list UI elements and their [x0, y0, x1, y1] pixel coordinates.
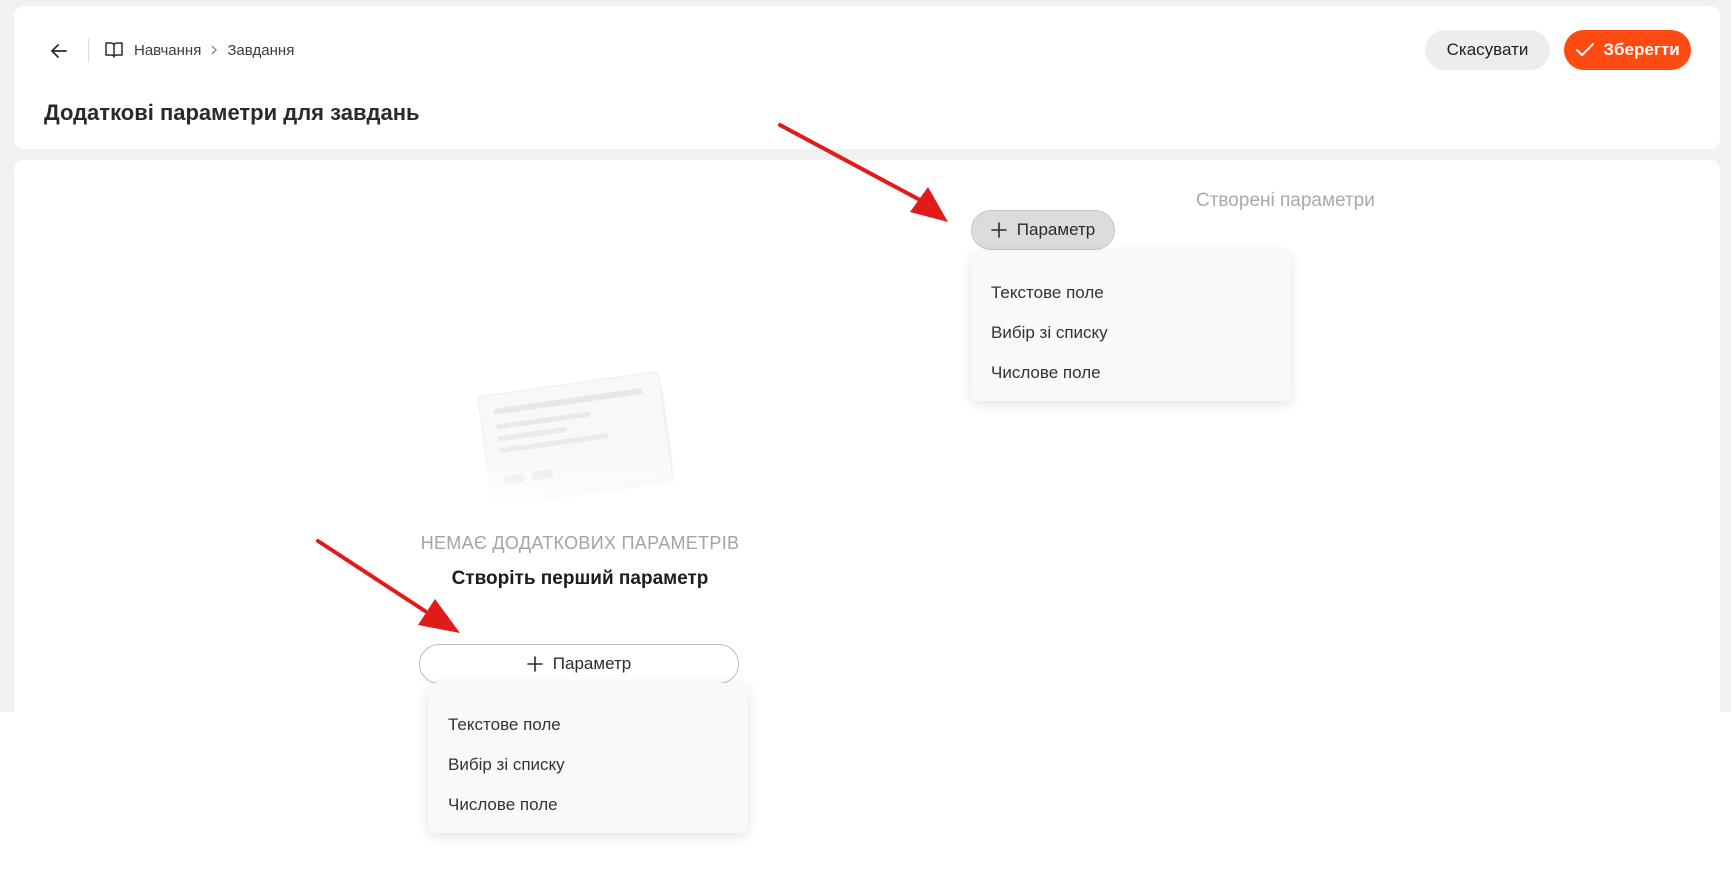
add-parameter-label: Параметр — [552, 654, 632, 673]
breadcrumb: Навчання Завдання — [104, 38, 294, 62]
add-parameter-button-top[interactable]: Параметр — [971, 210, 1115, 250]
chevron-right-icon — [209, 44, 219, 56]
main-card — [14, 160, 1720, 720]
save-button-label: Зберегти — [1603, 40, 1680, 59]
add-parameter-label: Параметр — [1016, 220, 1096, 239]
annotation-arrow-top — [778, 123, 948, 222]
arrow-left-icon — [51, 44, 67, 58]
cancel-button[interactable]: Скасувати — [1425, 30, 1550, 70]
save-button[interactable]: Зберегти — [1564, 30, 1691, 70]
menu-item-number-field[interactable]: Числове поле — [428, 785, 748, 825]
menu-item-select-list[interactable]: Вибір зі списку — [971, 313, 1291, 353]
annotation-arrow-bottom — [316, 539, 460, 633]
created-params-heading: Створені параметри — [1196, 190, 1375, 211]
breadcrumb-item-training[interactable]: Навчання — [134, 42, 201, 59]
back-button[interactable] — [44, 36, 74, 66]
menu-item-number-field[interactable]: Числове поле — [971, 353, 1291, 393]
parameter-type-menu-top: Текстове поле Вибір зі списку Числове по… — [971, 251, 1291, 401]
menu-item-select-list[interactable]: Вибір зі списку — [428, 745, 748, 785]
page-bottom-area — [0, 712, 1731, 881]
add-parameter-button-bottom[interactable]: Параметр — [419, 644, 739, 684]
plus-icon — [990, 222, 1007, 238]
empty-state-illustration — [470, 371, 690, 510]
check-icon — [1576, 43, 1595, 56]
book-icon — [104, 41, 124, 59]
breadcrumb-item-tasks[interactable]: Завдання — [227, 42, 294, 59]
parameter-type-menu-bottom: Текстове поле Вибір зі списку Числове по… — [428, 683, 748, 833]
menu-item-text-field[interactable]: Текстове поле — [971, 273, 1291, 313]
page-title: Додаткові параметри для завдань — [44, 100, 420, 125]
header-divider — [88, 38, 89, 62]
plus-icon — [526, 656, 543, 672]
menu-item-text-field[interactable]: Текстове поле — [428, 705, 748, 745]
